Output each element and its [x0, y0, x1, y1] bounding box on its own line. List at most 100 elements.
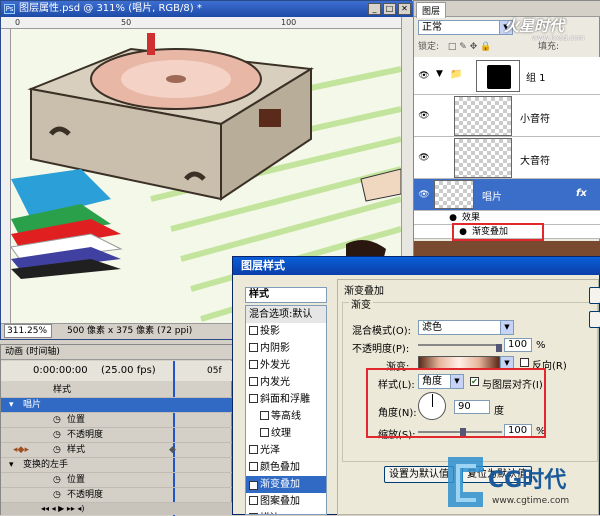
lock-pixels-icon[interactable]: □ ✎ ✥ 🔒 — [448, 42, 491, 52]
layer-row-selected[interactable]: 👁 唱片 fx — [414, 179, 600, 211]
checkbox[interactable] — [260, 411, 269, 420]
style-item-label: 图案叠加 — [260, 496, 300, 507]
lock-row: 锁定: □ ✎ ✥ 🔒 填充: — [418, 40, 598, 54]
timeline-row[interactable]: ◷ 位置 — [1, 413, 233, 428]
checkbox[interactable] — [249, 496, 258, 505]
cancel-button-partial[interactable] — [589, 311, 600, 328]
timeline-controls[interactable]: ◂◂ ◂ ▶ ▸▸ ◂) — [1, 503, 233, 515]
photoshop-doc-icon: Ps — [4, 4, 15, 14]
blend-mode-select[interactable]: 滤色 ▼ — [418, 320, 514, 335]
chevron-down-icon[interactable]: ▾ — [9, 458, 14, 473]
timeline-row[interactable]: ▾ 变换的左手 — [1, 458, 233, 473]
layer-blend-mode-select[interactable]: 正常 ▼ — [418, 20, 513, 35]
style-item[interactable]: 外发光 — [246, 357, 326, 374]
expand-arrow-icon[interactable]: ▼ — [436, 69, 443, 79]
timeline-row-label: 唱片 — [23, 400, 42, 410]
zoom-field[interactable]: 311.25% — [4, 324, 52, 338]
checkbox[interactable] — [249, 445, 258, 454]
watermark-url: www.hxsd.com — [532, 34, 585, 42]
checkbox[interactable] — [260, 428, 269, 437]
cgtime-logo-icon — [448, 457, 483, 507]
style-item[interactable]: 描边 — [246, 510, 326, 514]
keyframe-icon[interactable]: ◆ — [169, 443, 176, 458]
opacity-slider[interactable] — [418, 344, 498, 346]
timeline-row[interactable]: ◂◆▸ ◷ 样式 ◆ — [1, 443, 233, 458]
checkbox[interactable] — [249, 394, 258, 403]
eye-icon[interactable]: 👁 — [417, 70, 431, 82]
folder-icon: 📁 — [450, 69, 463, 80]
style-item[interactable]: 内发光 — [246, 374, 326, 391]
section-title: 渐变叠加 — [344, 286, 384, 297]
timeline-row[interactable]: ◷ 位置 — [1, 473, 233, 488]
highlight-box — [452, 223, 544, 241]
eye-icon[interactable]: 👁 — [417, 110, 431, 122]
checkbox[interactable] — [249, 326, 258, 335]
stopwatch-icon[interactable]: ◷ — [53, 488, 61, 503]
stopwatch-icon[interactable]: ◷ — [53, 428, 61, 443]
timeline-row[interactable]: ◷ 不透明度 — [1, 428, 233, 443]
styles-header[interactable]: 样式 — [245, 287, 327, 303]
dialog-title[interactable]: 图层样式 — [233, 257, 600, 275]
style-list: 混合选项:默认 投影 内阴影 外发光 内发光 斜面和浮雕 等高线 纹理 光泽 颜色叠加 ✔ 渐变叠加… — [245, 305, 327, 515]
layer-name: 小音符 — [520, 114, 550, 125]
tab-layers[interactable]: 图层 — [416, 2, 447, 18]
style-item[interactable]: ✔ 渐变叠加 — [246, 476, 326, 493]
style-item[interactable]: 颜色叠加 — [246, 459, 326, 476]
style-item[interactable]: 等高线 — [246, 408, 326, 425]
timeline-tab[interactable]: 动画 (时间轴) — [1, 345, 233, 360]
layer-name: 组 1 — [526, 73, 546, 84]
blend-options-item[interactable]: 混合选项:默认 — [246, 306, 326, 323]
lock-label: 锁定: — [418, 42, 440, 52]
timeline-row-label: 位置 — [67, 475, 86, 485]
minimize-button[interactable]: _ — [368, 3, 381, 15]
vertical-ruler — [1, 29, 11, 323]
checkbox[interactable] — [249, 377, 258, 386]
checkbox[interactable] — [249, 360, 258, 369]
group-mask-thumbnail — [476, 60, 520, 92]
style-item[interactable]: 斜面和浮雕 — [246, 391, 326, 408]
chevron-down-icon[interactable]: ▾ — [9, 398, 14, 413]
stopwatch-icon[interactable]: ◷ — [53, 443, 61, 458]
timeline-header: 0:00:00:00 (25.00 fps) 05f — [1, 361, 233, 381]
opacity-input[interactable]: 100 — [504, 338, 532, 352]
timeline-row[interactable]: 样式 — [1, 383, 233, 398]
eye-icon[interactable]: 👁 — [417, 152, 431, 164]
timeline-row-label: 样式 — [67, 445, 86, 455]
reverse-checkbox[interactable] — [520, 358, 529, 367]
style-item[interactable]: 纹理 — [246, 425, 326, 442]
checkbox-checked[interactable]: ✔ — [249, 481, 258, 490]
checkbox[interactable] — [249, 343, 258, 352]
style-item[interactable]: 投影 — [246, 323, 326, 340]
style-item[interactable]: 图案叠加 — [246, 493, 326, 510]
close-button[interactable]: ✕ — [398, 3, 411, 15]
timeline-row-label: 位置 — [67, 415, 86, 425]
chevron-down-icon: ▼ — [500, 321, 513, 334]
style-item-label: 渐变叠加 — [260, 479, 300, 490]
current-time: 0:00:00:00 — [33, 365, 88, 376]
eye-icon[interactable]: 👁 — [417, 189, 431, 201]
timeline-panel: 动画 (时间轴) 0:00:00:00 (25.00 fps) 05f 样式 ▾… — [0, 344, 233, 516]
layer-row[interactable]: 👁 大音符 — [414, 137, 600, 179]
ok-button-partial[interactable] — [589, 287, 600, 304]
stopwatch-icon[interactable]: ◷ — [53, 473, 61, 488]
checkbox[interactable] — [249, 462, 258, 471]
style-item[interactable]: 内阴影 — [246, 340, 326, 357]
layer-blend-mode-value: 正常 — [422, 22, 442, 33]
layer-row[interactable]: 👁 小音符 — [414, 95, 600, 137]
fx-icon[interactable]: fx — [576, 188, 587, 199]
maximize-button[interactable]: □ — [383, 3, 396, 15]
layer-name: 唱片 — [482, 192, 502, 203]
opacity-slider-thumb[interactable] — [496, 344, 502, 352]
document-title-bar[interactable]: 图层属性.psd @ 311% (唱片, RGB/8) * _ □ ✕ — [1, 1, 413, 17]
timeline-row[interactable]: ◷ 不透明度 — [1, 488, 233, 503]
keyframe-nav-icon[interactable]: ◂◆▸ — [13, 443, 29, 458]
opacity-label: 不透明度(P): — [352, 344, 410, 355]
style-item[interactable]: 光泽 — [246, 442, 326, 459]
timeline-row-selected[interactable]: ▾ 唱片 — [1, 398, 233, 413]
stopwatch-icon[interactable]: ◷ — [53, 413, 61, 428]
ruler-mark: 100 — [281, 18, 297, 27]
layer-name: 大音符 — [520, 156, 550, 167]
layer-row-group[interactable]: 👁 ▼ 📁 组 1 — [414, 57, 600, 95]
style-item-label: 等高线 — [271, 411, 301, 422]
timeline-row-label: 不透明度 — [67, 430, 104, 440]
